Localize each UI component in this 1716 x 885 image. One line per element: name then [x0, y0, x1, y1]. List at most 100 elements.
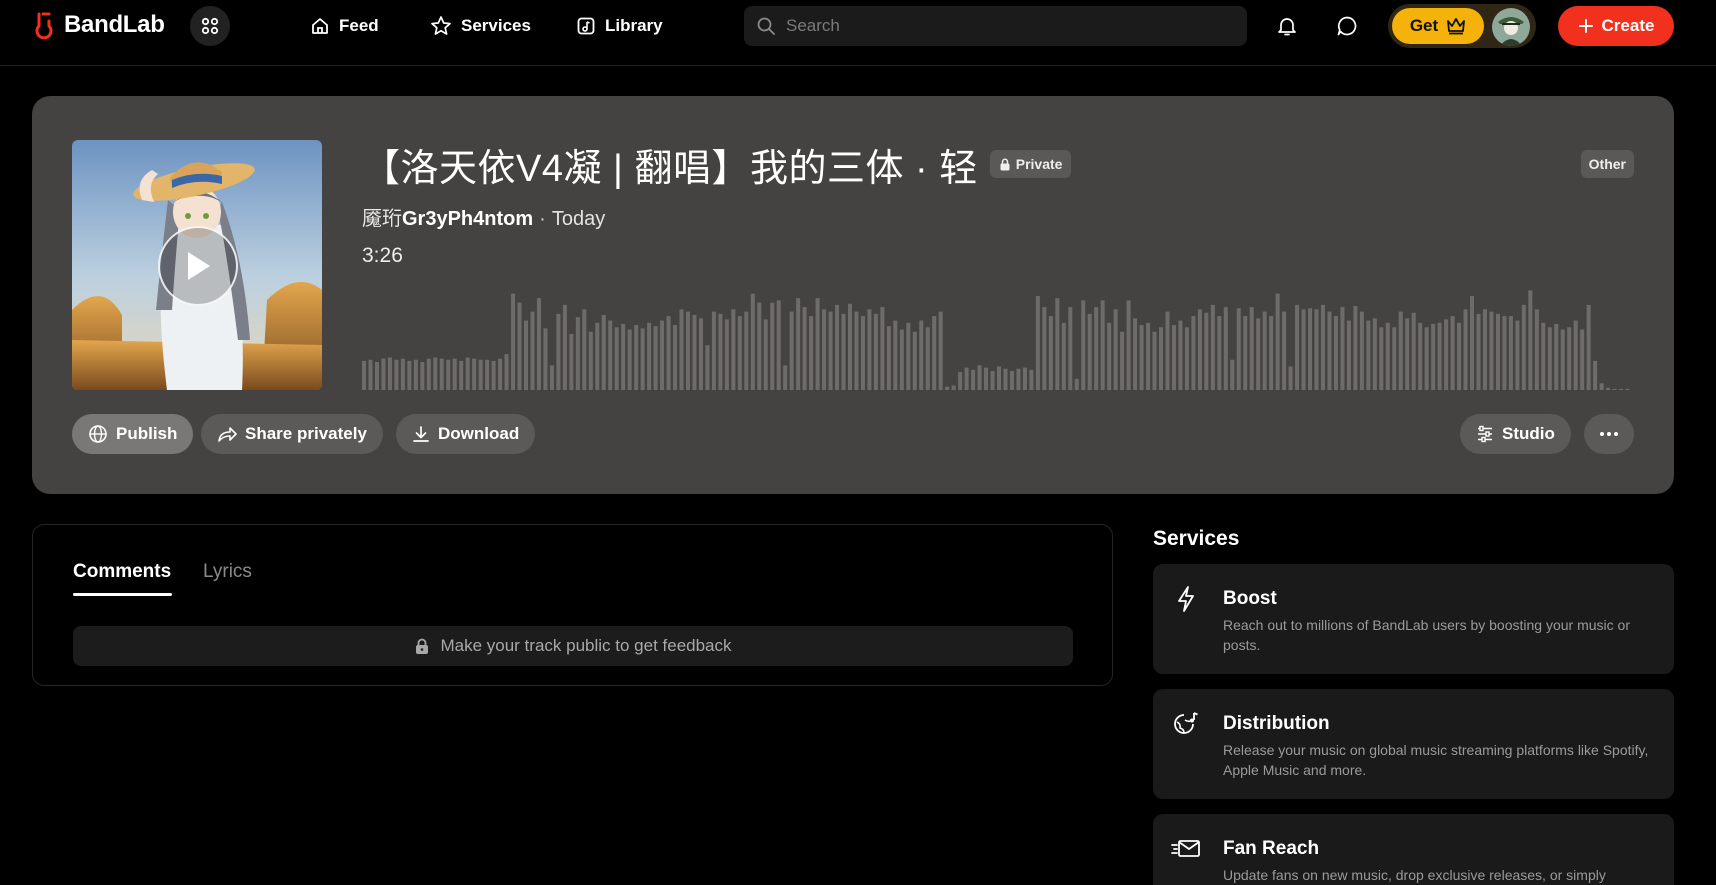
waveform-bar: [692, 314, 697, 390]
studio-label: Studio: [1502, 424, 1555, 443]
waveform-bar: [1256, 318, 1261, 390]
waveform-bar: [1120, 331, 1125, 390]
waveform-bar: [1139, 325, 1144, 390]
waveform-bar: [1327, 311, 1332, 390]
tab-lyrics[interactable]: Lyrics: [203, 561, 252, 583]
waveform-bar: [1541, 322, 1546, 390]
waveform-bar: [1022, 367, 1027, 390]
waveform-bar: [1061, 322, 1066, 390]
waveform-bar: [1450, 316, 1455, 390]
waveform-bar: [1405, 318, 1410, 390]
waveform-bar: [1625, 388, 1630, 390]
notice-text: Make your track public to get feedback: [440, 636, 732, 655]
waveform-bar: [1197, 309, 1202, 390]
waveform-bar: [530, 311, 535, 390]
waveform-bar: [815, 298, 820, 390]
user-avatar[interactable]: [1492, 8, 1530, 46]
library-icon: [577, 17, 595, 35]
waveform-bar: [705, 345, 710, 390]
track-cover-art[interactable]: [72, 140, 322, 390]
active-tab-indicator: [73, 593, 172, 596]
waveform-bar: [731, 309, 736, 390]
waveform-bar: [854, 311, 859, 390]
waveform-bar: [899, 329, 904, 390]
get-membership-button[interactable]: Get: [1392, 8, 1484, 44]
waveform-bar: [1094, 307, 1099, 390]
service-card-fan-reach[interactable]: Fan Reach Update fans on new music, drop…: [1153, 814, 1674, 885]
waveform-bar: [517, 302, 522, 390]
waveform-bar: [919, 320, 924, 390]
share-arrow-icon: [218, 427, 237, 442]
waveform-bar: [1100, 300, 1105, 390]
service-description: Update fans on new music, drop exclusive…: [1223, 867, 1606, 883]
waveform-bar: [1554, 323, 1559, 390]
track-duration: 3:26: [362, 244, 403, 267]
waveform-bar: [634, 325, 639, 390]
nav-library[interactable]: Library: [576, 13, 663, 39]
bandlab-logo-icon: [35, 12, 53, 39]
waveform-bar: [1470, 295, 1475, 390]
waveform-bar: [1431, 323, 1436, 390]
create-button[interactable]: Create: [1558, 6, 1674, 46]
waveform-bar: [718, 313, 723, 390]
nav-services[interactable]: Services: [430, 13, 531, 39]
waveform-bar: [368, 359, 373, 390]
notifications-button[interactable]: [1273, 12, 1301, 40]
waveform-bar: [543, 328, 548, 390]
play-button[interactable]: [158, 226, 238, 306]
genre-badge[interactable]: Other: [1580, 150, 1634, 178]
messages-button[interactable]: [1333, 12, 1361, 40]
waveform-bar: [796, 298, 801, 390]
more-options-button[interactable]: [1584, 414, 1634, 454]
waveform-bar: [802, 307, 807, 390]
waveform-bar: [1482, 309, 1487, 390]
waveform-bar: [420, 362, 425, 390]
service-card-boost[interactable]: Boost Reach out to millions of BandLab u…: [1153, 564, 1674, 674]
service-name: Boost: [1223, 588, 1277, 609]
waveform-bar: [1204, 312, 1209, 390]
waveform-bar: [433, 357, 438, 390]
waveform-bar: [549, 365, 554, 390]
logo-text: BandLab: [64, 11, 165, 38]
waveform[interactable]: [362, 274, 1632, 390]
waveform-bar: [1372, 318, 1377, 390]
waveform-bar: [400, 358, 405, 390]
studio-button[interactable]: Studio: [1460, 414, 1571, 454]
waveform-bar: [977, 365, 982, 390]
waveform-bar: [673, 325, 678, 390]
share-privately-button[interactable]: Share privately: [201, 414, 383, 454]
waveform-bar: [439, 358, 444, 390]
search-bar[interactable]: [744, 6, 1247, 46]
waveform-bar: [387, 357, 392, 390]
waveform-bar: [1126, 300, 1131, 390]
download-button[interactable]: Download: [396, 414, 536, 454]
crown-icon: [1447, 18, 1466, 35]
publish-button[interactable]: Publish: [72, 414, 194, 454]
globe-icon: [89, 425, 107, 443]
waveform-bar: [783, 365, 788, 390]
artist-name[interactable]: Gr3yPh4ntom: [402, 208, 533, 231]
waveform-bar: [653, 326, 658, 390]
waveform-bar: [446, 359, 451, 390]
tab-comments[interactable]: Comments: [73, 561, 171, 583]
search-input[interactable]: [786, 16, 1226, 36]
bell-icon: [1278, 18, 1296, 36]
chat-bubble-icon: [1337, 16, 1357, 36]
bandlab-logo[interactable]: BandLab: [30, 10, 165, 40]
waveform-bar: [660, 320, 665, 390]
apps-menu-button[interactable]: [190, 6, 230, 46]
nav-feed[interactable]: Feed: [310, 13, 379, 39]
service-card-distribution[interactable]: Distribution Release your music on globa…: [1153, 689, 1674, 799]
waveform-bar: [776, 300, 781, 390]
get-label: Get: [1409, 16, 1439, 35]
waveform-bar: [627, 329, 632, 390]
waveform-bar: [472, 358, 477, 390]
waveform-bar: [1165, 311, 1170, 390]
waveform-bar: [1411, 312, 1416, 390]
waveform-bar: [1437, 322, 1442, 390]
waveform-bar: [1301, 309, 1306, 390]
waveform-bar: [1042, 307, 1047, 390]
waveform-bar: [1502, 316, 1507, 390]
waveform-bar: [1444, 319, 1449, 390]
waveform-bar: [523, 320, 529, 390]
